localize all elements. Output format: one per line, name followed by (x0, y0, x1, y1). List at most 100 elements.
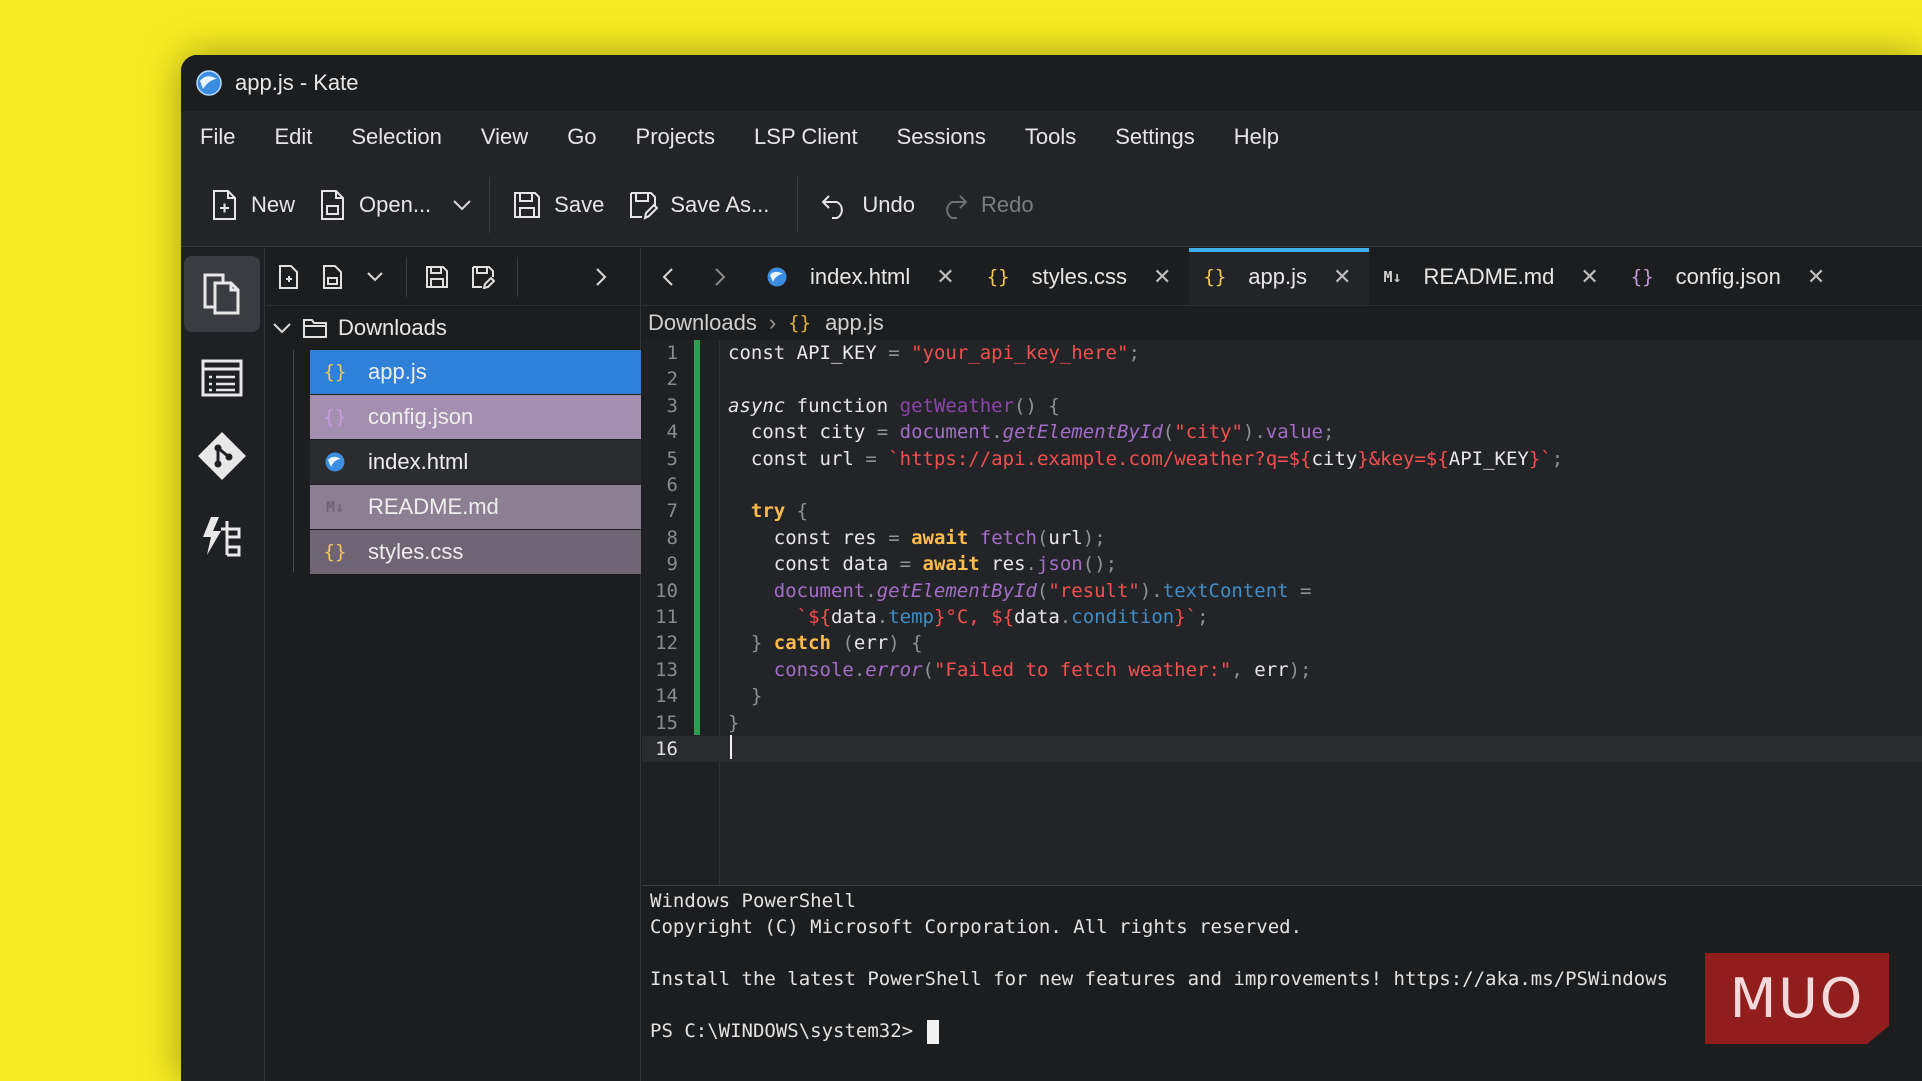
tab-styles-css[interactable]: {} styles.css ✕ (973, 248, 1190, 305)
tab-label: config.json (1675, 263, 1781, 289)
documents-panel-button[interactable] (184, 256, 260, 332)
folder-icon (303, 319, 327, 338)
muo-watermark-logo: MUO (1705, 953, 1889, 1044)
terminal-prompt: PS C:\WINDOWS\system32> (650, 1020, 925, 1042)
code-line: 11 `${data.temp}°C, ${data.condition}`; (642, 604, 1922, 630)
file-item-config-json[interactable]: {} config.json (310, 395, 641, 439)
menu-selection[interactable]: Selection (351, 124, 442, 150)
line-number: 9 (666, 553, 678, 576)
file-name: config.json (368, 404, 474, 429)
file-name: index.html (368, 449, 469, 474)
open-dropdown-chevron-down-icon[interactable] (451, 198, 473, 212)
file-item-app-js[interactable]: {} app.js (310, 350, 641, 394)
git-icon (198, 432, 246, 480)
kate-window: app.js - Kate File Edit Selection View G… (181, 55, 1922, 1081)
tab-config-json[interactable]: {} config.json ✕ (1617, 248, 1844, 305)
open-file-icon[interactable] (322, 264, 344, 290)
tab-back-button[interactable] (642, 248, 694, 305)
undo-button[interactable]: Undo (820, 190, 915, 220)
tab-forward-button[interactable] (694, 248, 746, 305)
menu-projects[interactable]: Projects (636, 124, 715, 150)
list-icon (201, 359, 243, 397)
line-number: 11 (655, 606, 678, 628)
terminal-cursor (926, 1019, 939, 1044)
tab-label: styles.css (1031, 263, 1127, 289)
tab-readme-md[interactable]: M↓ README.md ✕ (1369, 248, 1616, 305)
file-name: README.md (368, 494, 499, 519)
new-file-icon[interactable] (278, 264, 300, 290)
code-line: 13 console.error("Failed to fetch weathe… (642, 657, 1922, 683)
menu-tools[interactable]: Tools (1025, 124, 1076, 150)
title-bar: app.js - Kate (181, 55, 1922, 111)
open-button[interactable]: Open... (319, 189, 431, 221)
menu-bar: File Edit Selection View Go Projects LSP… (181, 111, 1922, 163)
build-lightning-icon (203, 517, 241, 557)
build-plugin-button[interactable] (184, 500, 260, 576)
menu-view[interactable]: View (481, 124, 528, 150)
css-file-icon: {} (323, 541, 347, 563)
new-button[interactable]: New (211, 189, 295, 221)
chevron-right-icon (715, 267, 726, 286)
tree-folder-downloads[interactable]: Downloads (266, 306, 640, 350)
code-line: 3 async function getWeather() { (642, 393, 1922, 419)
git-panel-button[interactable] (184, 418, 260, 494)
breadcrumb: Downloads › {} app.js (642, 306, 1922, 340)
save-as-file-icon[interactable] (471, 265, 495, 289)
documents-icon (203, 273, 240, 315)
line-number: 16 (655, 738, 678, 760)
breadcrumb-file[interactable]: app.js (825, 310, 884, 336)
terminal-line: Windows PowerShell (650, 890, 856, 912)
line-number: 10 (655, 579, 678, 602)
terminal-prompt-line: PS C:\WINDOWS\system32> (650, 1018, 939, 1044)
line-number: 8 (666, 526, 678, 549)
chevron-left-icon (662, 267, 673, 286)
chevron-right-icon[interactable] (594, 266, 608, 288)
save-as-label: Save As... (670, 191, 770, 217)
menu-edit[interactable]: Edit (274, 124, 312, 150)
js-file-icon: {} (323, 361, 347, 383)
menu-sessions[interactable]: Sessions (897, 124, 986, 150)
chevron-down-icon[interactable] (366, 271, 384, 283)
close-icon[interactable]: ✕ (1580, 264, 1598, 290)
close-icon[interactable]: ✕ (1807, 264, 1825, 290)
line-number: 14 (655, 685, 678, 708)
code-line: 6 (642, 472, 1922, 498)
code-line: 2 (642, 366, 1922, 392)
line-number: 3 (666, 394, 678, 417)
code-line: 8 const res = await fetch(url); (642, 525, 1922, 551)
panel-toolbar-separator (406, 256, 407, 297)
file-item-readme-md[interactable]: M↓ README.md (310, 485, 641, 529)
save-file-icon[interactable] (425, 265, 449, 289)
tab-app-js[interactable]: {} app.js ✕ (1189, 248, 1370, 305)
documents-toolbar (266, 248, 640, 306)
file-item-styles-css[interactable]: {} styles.css (310, 530, 641, 574)
close-icon[interactable]: ✕ (1333, 264, 1351, 290)
symbol-list-button[interactable] (184, 340, 260, 416)
breadcrumb-folder[interactable]: Downloads (648, 310, 757, 336)
menu-go[interactable]: Go (567, 124, 596, 150)
file-name: styles.css (368, 539, 464, 564)
code-editor[interactable]: 1 const API_KEY = "your_api_key_here"; 2 … (642, 340, 1922, 885)
menu-help[interactable]: Help (1234, 124, 1279, 150)
code-line: 15} (642, 710, 1922, 736)
redo-button[interactable]: Redo (939, 190, 1034, 220)
save-button[interactable]: Save (512, 190, 604, 220)
menu-settings[interactable]: Settings (1115, 124, 1195, 150)
redo-label: Redo (980, 191, 1034, 217)
close-icon[interactable]: ✕ (1153, 264, 1171, 290)
tab-index-html[interactable]: index.html ✕ (746, 248, 973, 305)
globe-icon (322, 451, 348, 473)
toolbar-separator (797, 176, 799, 233)
save-as-button[interactable]: Save As... (628, 190, 769, 220)
file-name: app.js (368, 359, 427, 384)
markdown-file-icon: M↓ (1383, 267, 1402, 286)
menu-file[interactable]: File (200, 124, 235, 150)
close-icon[interactable]: ✕ (936, 264, 954, 290)
json-file-icon: {} (1630, 265, 1654, 288)
undo-icon (821, 194, 844, 219)
file-item-index-html[interactable]: index.html (310, 440, 641, 484)
markdown-file-icon: M↓ (325, 498, 345, 516)
open-label: Open... (359, 191, 432, 217)
menu-lsp-client[interactable]: LSP Client (754, 124, 858, 150)
code-line: 12 } catch (err) { (642, 630, 1922, 656)
